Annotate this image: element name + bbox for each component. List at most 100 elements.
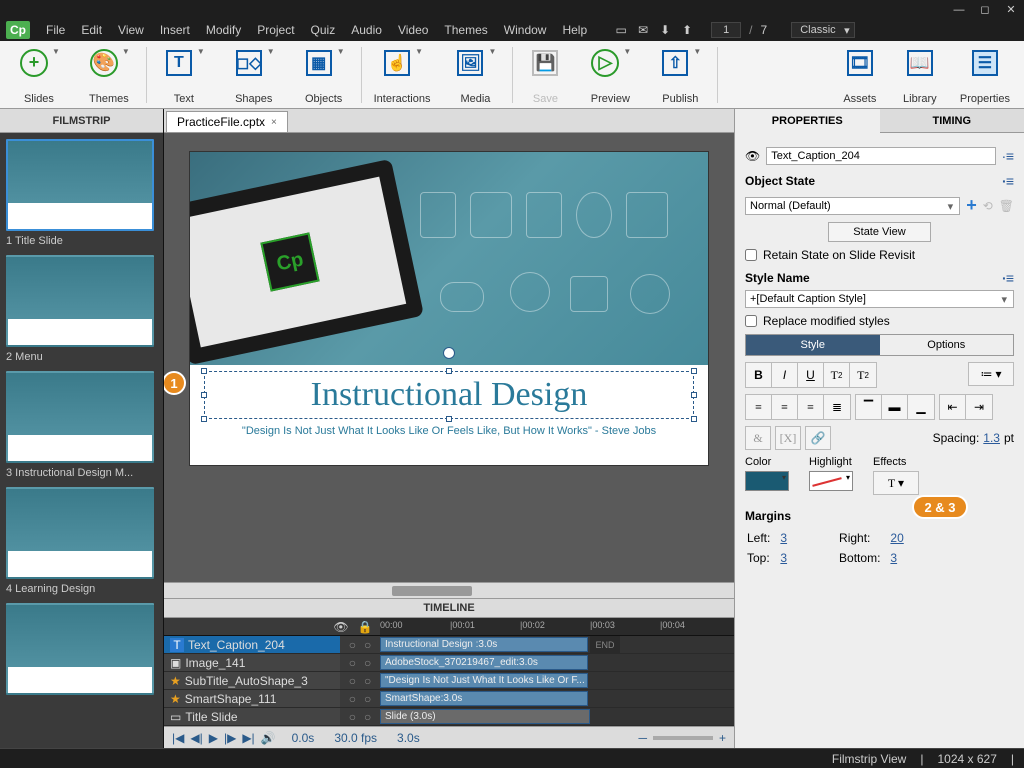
state-menu-icon[interactable]: ∙≡	[1002, 173, 1014, 189]
layer-lock-icon[interactable]: ○	[364, 674, 371, 688]
play-button[interactable]: ▶	[209, 731, 218, 745]
mail-icon[interactable]: ✉	[633, 21, 653, 39]
menu-modify[interactable]: Modify	[198, 21, 249, 39]
filmstrip-slide-1[interactable]: Instructional Design1 Title Slide	[6, 139, 157, 247]
timeline-clip[interactable]: Instructional Design :3.0s	[380, 637, 588, 652]
lock-column-icon[interactable]: 🔒	[358, 620, 372, 634]
audio-icon[interactable]: 🔊	[261, 731, 276, 745]
page-current-input[interactable]	[711, 22, 741, 38]
highlight-swatch[interactable]	[809, 471, 853, 491]
filmstrip-slide-2[interactable]: Main Menu2 Menu	[6, 255, 157, 363]
filmstrip-slide-4[interactable]: Learning Design4 Learning Design	[6, 487, 157, 595]
tab-properties[interactable]: PROPERTIES	[735, 109, 880, 133]
text-caption-selected[interactable]: Instructional Design	[204, 371, 694, 419]
close-button[interactable]: ✕	[999, 2, 1023, 18]
chevron-down-icon[interactable]: ▼	[693, 47, 701, 56]
document-tab[interactable]: PracticeFile.cptx ×	[166, 111, 288, 132]
menu-project[interactable]: Project	[249, 21, 302, 39]
layer-visibility-icon[interactable]: ○	[349, 692, 356, 706]
char-insert-button[interactable]: &	[745, 426, 771, 450]
state-view-button[interactable]: State View	[828, 222, 930, 242]
library-button[interactable]: 📖	[900, 45, 940, 81]
assets-button[interactable]: 🎞	[840, 45, 880, 81]
menu-edit[interactable]: Edit	[73, 21, 110, 39]
step-back-button[interactable]: ◀|	[190, 731, 202, 745]
save-button[interactable]: 💾	[525, 45, 565, 81]
align-left-button[interactable]: ≡	[746, 395, 772, 419]
themes-button[interactable]: 🎨▼	[84, 45, 134, 81]
color-swatch[interactable]	[745, 471, 789, 491]
resize-handle[interactable]	[201, 416, 207, 422]
media-button[interactable]: 🖼▼	[450, 45, 500, 81]
visibility-icon[interactable]: 👁	[745, 149, 760, 163]
zoom-out-button[interactable]: ─	[638, 731, 647, 745]
chevron-down-icon[interactable]: ▼	[488, 47, 496, 56]
state-dropdown[interactable]: Normal (Default)	[745, 197, 960, 215]
align-justify-button[interactable]: ≣	[824, 395, 850, 419]
italic-button[interactable]: I	[772, 363, 798, 387]
resize-handle[interactable]	[201, 368, 207, 374]
replace-styles-checkbox[interactable]: Replace modified styles	[745, 314, 1014, 328]
layer-lock-icon[interactable]: ○	[364, 638, 371, 652]
timeline-clip[interactable]: AdobeStock_370219467_edit:3.0s	[380, 655, 588, 670]
var-insert-button[interactable]: [X]	[775, 426, 801, 450]
layer-visibility-icon[interactable]: ○	[349, 638, 356, 652]
timeline-clip[interactable]: SmartShape:3.0s	[380, 691, 588, 706]
filmstrip-slide-3[interactable]: Instructional Design Models3 Instruction…	[6, 371, 157, 479]
valign-top-button[interactable]: ▔	[856, 395, 882, 419]
goto-start-button[interactable]: |◀	[172, 731, 184, 745]
align-right-button[interactable]: ≡	[798, 395, 824, 419]
layer-lock-icon[interactable]: ○	[364, 692, 371, 706]
margin-top-value[interactable]: 3	[780, 551, 787, 565]
menu-video[interactable]: Video	[390, 21, 436, 39]
chevron-down-icon[interactable]: ▼	[52, 47, 60, 56]
menu-file[interactable]: File	[38, 21, 73, 39]
effects-dropdown[interactable]: T ▾	[873, 471, 919, 495]
rotate-handle-icon[interactable]	[443, 347, 455, 359]
resize-handle[interactable]	[201, 392, 207, 398]
delete-state-icon[interactable]: 🗑	[999, 199, 1014, 213]
publish-button[interactable]: ⇧▼	[655, 45, 705, 81]
retain-state-checkbox[interactable]: Retain State on Slide Revisit	[745, 248, 1014, 262]
goto-end-button[interactable]: ▶|	[242, 731, 254, 745]
object-name-input[interactable]	[766, 147, 996, 165]
maximize-button[interactable]: ◻	[973, 2, 997, 18]
margin-right-value[interactable]: 20	[890, 531, 903, 545]
visibility-column-icon[interactable]: 👁	[334, 620, 348, 634]
style-name-dropdown[interactable]: +[Default Caption Style]	[745, 290, 1014, 308]
upload-icon[interactable]: ⬆	[677, 21, 697, 39]
chevron-down-icon[interactable]: ▼	[197, 47, 205, 56]
menu-window[interactable]: Window	[496, 21, 555, 39]
text-button[interactable]: T▼	[159, 45, 209, 81]
layer-lock-icon[interactable]: ○	[364, 710, 371, 724]
timeline-clip[interactable]: "Design Is Not Just What It Looks Like O…	[380, 673, 588, 688]
layer-visibility-icon[interactable]: ○	[349, 674, 356, 688]
interactions-button[interactable]: ☝▼	[377, 45, 427, 81]
slide-canvas[interactable]: Cp Instructional Design	[189, 151, 709, 466]
indent-dec-button[interactable]: ⇤	[940, 395, 966, 419]
step-fwd-button[interactable]: |▶	[224, 731, 236, 745]
resize-handle[interactable]	[446, 368, 452, 374]
bullets-dropdown[interactable]: ≔ ▾	[968, 362, 1014, 386]
layer-visibility-icon[interactable]: ○	[349, 710, 356, 724]
properties-button[interactable]: ☰	[965, 45, 1005, 81]
menu-audio[interactable]: Audio	[343, 21, 390, 39]
close-tab-icon[interactable]: ×	[271, 117, 277, 128]
timeline-clip[interactable]: Slide (3.0s)	[380, 709, 590, 724]
layer-visibility-icon[interactable]: ○	[349, 656, 356, 670]
screen-icon[interactable]: ▭	[611, 21, 631, 39]
download-icon[interactable]: ⬇	[655, 21, 675, 39]
timeline-row[interactable]: ★SubTitle_AutoShape_3○○"Design Is Not Ju…	[164, 672, 734, 690]
filmstrip-slide-5[interactable]	[6, 603, 157, 695]
resize-handle[interactable]	[446, 416, 452, 422]
chevron-down-icon[interactable]: ▼	[337, 47, 345, 56]
menu-help[interactable]: Help	[554, 21, 595, 39]
style-menu-icon[interactable]: ∙≡	[1002, 270, 1014, 286]
valign-bot-button[interactable]: ▁	[908, 395, 934, 419]
object-menu-icon[interactable]: ∙≡	[1002, 148, 1014, 164]
slide-subtitle-text[interactable]: "Design Is Not Just What It Looks Like O…	[242, 425, 656, 437]
slides-button[interactable]: +▼	[14, 45, 64, 81]
preview-button[interactable]: ▷▼	[585, 45, 635, 81]
workspace-dropdown[interactable]: Classic	[791, 22, 854, 38]
margin-left-value[interactable]: 3	[780, 531, 787, 545]
